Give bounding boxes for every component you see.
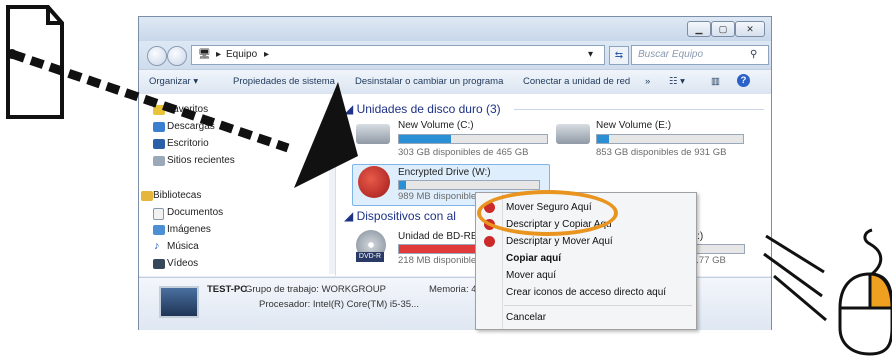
menu-item-label: Mover aquí [506, 270, 557, 281]
mouse-icon [763, 228, 892, 356]
menu-item-label: Cancelar [506, 312, 547, 323]
menu-item-decrypt-move[interactable]: Descriptar y Mover Aquí [476, 233, 696, 250]
menu-separator [504, 305, 692, 306]
drag-arrow [7, 49, 358, 188]
menu-item-move-here[interactable]: Mover aquí [476, 267, 696, 284]
menu-item-cancel[interactable]: Cancelar [476, 309, 696, 326]
menu-item-create-shortcuts[interactable]: Crear iconos de acceso directo aquí [476, 284, 696, 301]
menu-item-label: Copiar aquí [506, 253, 562, 264]
highlight-ellipse [477, 190, 618, 236]
menu-item-label: Crear iconos de acceso directo aquí [506, 287, 667, 298]
secure-drive-icon [484, 236, 495, 247]
menu-item-copy-here[interactable]: Copiar aquí [476, 250, 696, 267]
